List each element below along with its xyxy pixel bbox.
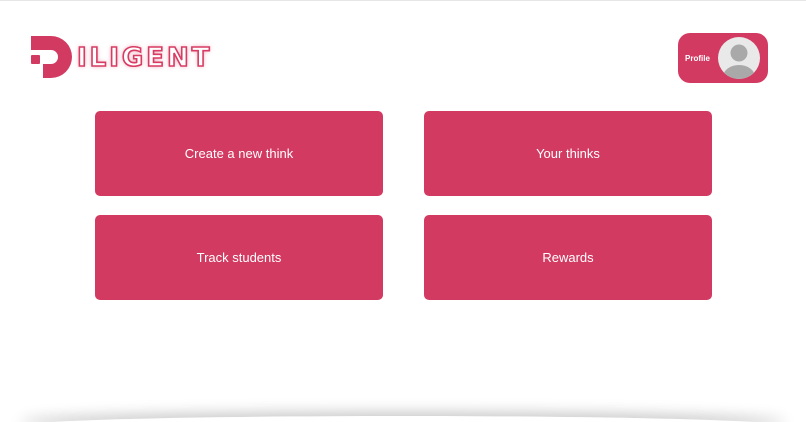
user-avatar-icon xyxy=(718,37,760,79)
brand-name: ILIGENT xyxy=(76,42,213,74)
track-students-button[interactable]: Track students xyxy=(95,215,383,300)
rewards-button[interactable]: Rewards xyxy=(424,215,712,300)
profile-button[interactable]: Profile xyxy=(678,33,768,83)
profile-label: Profile xyxy=(685,53,710,63)
dashboard-page: ILIGENT Profile Create a new think Your … xyxy=(0,0,806,422)
diligent-d-logo-icon xyxy=(31,36,72,78)
menu-grid: Create a new think Your thinks Track stu… xyxy=(95,111,712,300)
window-bottom-shadow xyxy=(20,416,786,422)
diligent-logo[interactable]: ILIGENT xyxy=(29,33,213,81)
your-thinks-button[interactable]: Your thinks xyxy=(424,111,712,196)
create-new-think-button[interactable]: Create a new think xyxy=(95,111,383,196)
